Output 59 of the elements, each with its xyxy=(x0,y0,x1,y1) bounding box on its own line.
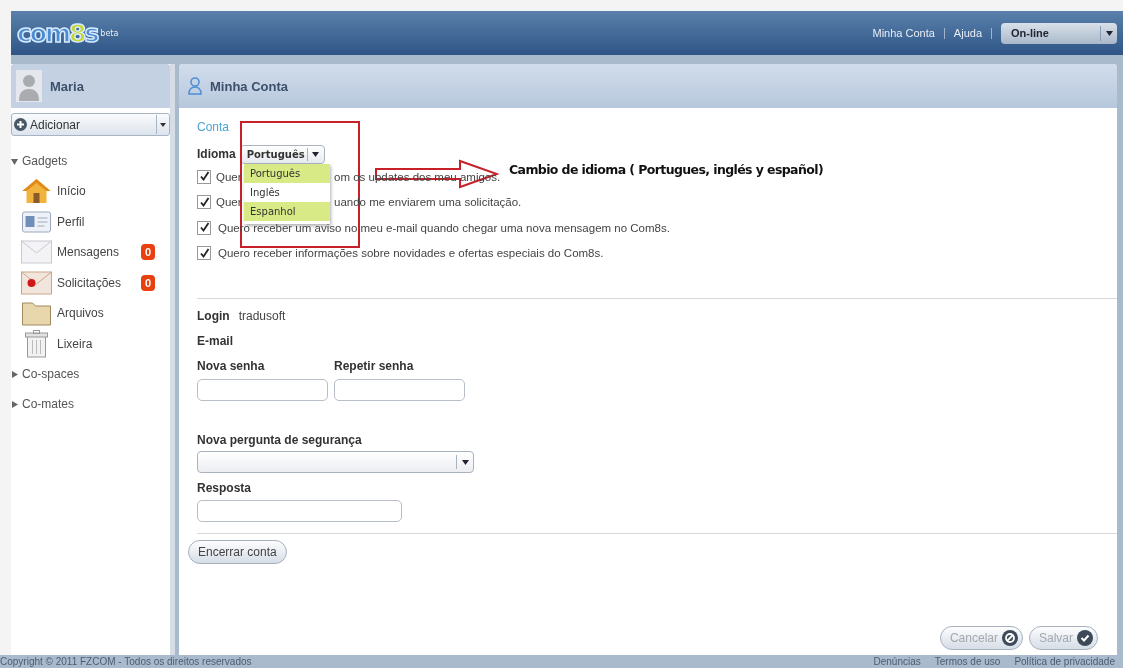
language-option[interactable]: Espanhol xyxy=(244,202,330,221)
footer-link[interactable]: Política de privacidade xyxy=(1014,656,1115,667)
field-label: Repetir senha xyxy=(334,359,415,373)
status-select[interactable]: On-line xyxy=(1001,22,1117,44)
profile-card-icon xyxy=(20,210,53,233)
field-label: Nova pergunta de segurança xyxy=(197,433,363,447)
tree-toggle[interactable]: Gadgets xyxy=(11,146,170,176)
caret-icon xyxy=(312,151,320,157)
tree-toggle[interactable]: Co-mates xyxy=(11,389,170,419)
field-label: Idioma xyxy=(197,147,236,161)
count-badge: 0 xyxy=(140,244,155,261)
header-link[interactable]: Minha Conta xyxy=(872,27,935,39)
language-option[interactable]: Inglês xyxy=(244,183,330,202)
checkbox[interactable] xyxy=(197,246,211,261)
sidebar-item[interactable]: Solicitações 0 xyxy=(11,267,170,298)
checkbox[interactable] xyxy=(197,220,211,235)
person-icon xyxy=(188,77,202,95)
envelope-icon xyxy=(20,240,53,265)
annotation-text: Cambio de idioma ( Portugues, inglés y español) xyxy=(509,162,823,177)
add-dropdown[interactable]: Adicionar xyxy=(11,113,170,136)
field-label: Login xyxy=(197,309,230,323)
plus-icon xyxy=(14,118,27,131)
login-value: tradusoft xyxy=(238,309,286,323)
field-label: E-mail xyxy=(197,334,234,348)
checkbox-label: Quero receber informações sobre novidades e ofertas especiais do Com8s. xyxy=(218,247,604,260)
no-entry-icon xyxy=(1002,630,1018,646)
house-icon xyxy=(20,178,53,205)
panel-title: Minha Conta xyxy=(210,78,288,94)
header-link[interactable]: Ajuda xyxy=(953,27,982,39)
copyright-text: Copyright © 2011 FZCOM - Todos os direitos reservados xyxy=(0,656,252,667)
count-badge: 0 xyxy=(140,274,155,291)
sidebar-item[interactable]: Lixeira xyxy=(11,328,170,359)
language-select[interactable]: Português xyxy=(239,144,325,164)
section-title: Conta xyxy=(197,120,231,134)
sidebar-item[interactable]: Mensagens 0 xyxy=(11,237,170,268)
footer-link[interactable]: Termos de uso xyxy=(934,656,1001,667)
checkbox[interactable] xyxy=(197,195,211,210)
sealed-envelope-icon xyxy=(20,270,53,295)
sidebar-item[interactable]: Perfil xyxy=(11,206,170,237)
answer-field[interactable] xyxy=(197,500,402,522)
sidebar-item[interactable]: Arquivos xyxy=(11,298,170,329)
logo[interactable]: com8s$^{beta}$ xyxy=(17,18,119,48)
password-field[interactable] xyxy=(334,379,465,401)
user-name: Maria xyxy=(50,78,84,94)
field-label: Nova senha xyxy=(197,359,266,373)
caret-icon xyxy=(461,459,469,465)
folder-icon xyxy=(20,300,53,327)
caret-icon xyxy=(160,122,166,127)
field-label: Resposta xyxy=(197,481,253,495)
checkbox[interactable] xyxy=(197,169,211,184)
password-field[interactable] xyxy=(197,379,328,401)
sidebar-item[interactable]: Início xyxy=(11,176,170,207)
avatar-icon xyxy=(16,70,42,102)
check-icon xyxy=(1077,630,1093,646)
tree-toggle[interactable]: Co-spaces xyxy=(11,359,170,389)
caret-icon xyxy=(1105,30,1113,36)
close-account-button[interactable]: Encerrar conta xyxy=(188,540,287,564)
footer-link[interactable]: Denúncias xyxy=(873,656,921,667)
language-option[interactable]: Português xyxy=(244,164,330,183)
